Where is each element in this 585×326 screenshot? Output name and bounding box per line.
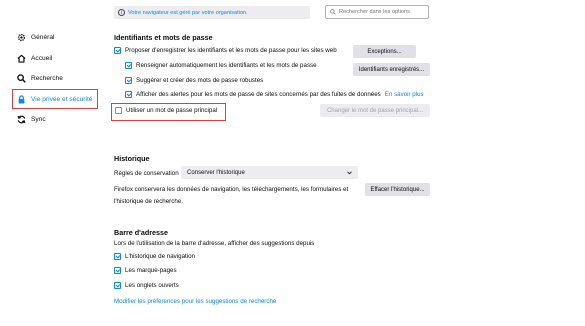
chevron-down-icon — [347, 170, 352, 174]
autofill-checkbox-row[interactable]: Renseigner automatiquement les identifia… — [125, 62, 317, 69]
ask-save-checkbox[interactable] — [114, 47, 121, 54]
alerts-label: Afficher des alertes pour les mots de pa… — [136, 91, 381, 98]
suggest-history-checkbox[interactable] — [114, 253, 121, 260]
autofill-checkbox[interactable] — [125, 62, 132, 69]
exceptions-button[interactable]: Exceptions... — [353, 45, 416, 58]
sidebar-item-search[interactable]: Recherche — [17, 70, 63, 86]
info-icon: i — [118, 9, 125, 16]
suggest-tabs-checkbox[interactable] — [114, 282, 121, 289]
primary-password-highlight-box — [111, 103, 226, 121]
ask-save-label: Proposer d'enregistrer les identifiants … — [125, 47, 337, 54]
sidebar-item-label: Accueil — [31, 54, 53, 62]
history-rules-label: Règles de conservation — [114, 170, 179, 177]
suggest-bookmarks-checkbox[interactable] — [114, 267, 121, 274]
suggest-history-label: L'historique de navigation — [125, 253, 195, 260]
sidebar-item-label: Recherche — [31, 74, 63, 82]
gear-icon — [17, 33, 26, 41]
change-primary-password-button[interactable]: Changer le mot de passe principal... — [320, 104, 430, 117]
sidebar-item-general[interactable]: Général — [17, 29, 54, 45]
saved-logins-button[interactable]: Identifiants enregistrés... — [353, 63, 430, 76]
sidebar-item-label: Sync — [31, 115, 46, 123]
suggest-tabs-label: Les onglets ouverts — [125, 282, 179, 289]
search-input[interactable]: Rechercher dans les options — [325, 5, 429, 19]
privacy-highlight-box — [12, 89, 98, 109]
history-rules-select[interactable]: Conserver l'historique — [181, 166, 358, 179]
logins-section-title: Identifiants et mots de passe — [114, 33, 213, 42]
history-description-line1: Firefox conservera les données de naviga… — [114, 186, 349, 193]
sidebar-item-sync[interactable]: Sync — [17, 111, 46, 127]
autofill-label: Renseigner automatiquement les identifia… — [136, 62, 317, 69]
suggest-label: Suggérer et créer des mots de passe robu… — [136, 77, 264, 84]
search-suggestions-prefs-link[interactable]: Modifier les préférences pour les sugges… — [114, 298, 276, 305]
suggest-checkbox[interactable] — [125, 77, 132, 84]
ask-save-checkbox-row[interactable]: Proposer d'enregistrer les identifiants … — [114, 47, 337, 54]
addressbar-section-title: Barre d'adresse — [114, 228, 169, 237]
search-icon — [330, 9, 336, 15]
sidebar-item-home[interactable]: Accueil — [17, 50, 52, 66]
clear-history-button[interactable]: Effacer l'historique... — [365, 183, 430, 196]
search-icon — [17, 73, 26, 83]
learn-more-link[interactable]: En savoir plus — [385, 91, 424, 98]
addressbar-description: Lors de l'utilisation de la barre d'adre… — [114, 240, 315, 247]
history-description-line2: l'historique de recherche. — [114, 198, 183, 205]
home-icon — [17, 54, 26, 63]
alerts-checkbox[interactable] — [125, 91, 132, 98]
suggest-bookmarks-checkbox-row[interactable]: Les marque-pages — [114, 267, 177, 274]
sidebar-item-label: Général — [31, 33, 55, 41]
suggest-checkbox-row[interactable]: Suggérer et créer des mots de passe robu… — [125, 77, 263, 84]
suggest-history-checkbox-row[interactable]: L'historique de navigation — [114, 253, 195, 260]
suggest-bookmarks-label: Les marque-pages — [125, 267, 177, 274]
sync-icon — [17, 115, 26, 123]
managed-banner: i Votre navigateur est géré par votre or… — [114, 6, 310, 19]
search-placeholder: Rechercher dans les options — [339, 9, 410, 15]
managed-banner-text: Votre navigateur est géré par votre orga… — [128, 9, 248, 16]
alerts-checkbox-row[interactable]: Afficher des alertes pour les mots de pa… — [125, 91, 424, 98]
suggest-tabs-checkbox-row[interactable]: Les onglets ouverts — [114, 282, 179, 289]
history-section-title: Historique — [114, 154, 150, 163]
history-rules-value: Conserver l'historique — [187, 169, 245, 176]
